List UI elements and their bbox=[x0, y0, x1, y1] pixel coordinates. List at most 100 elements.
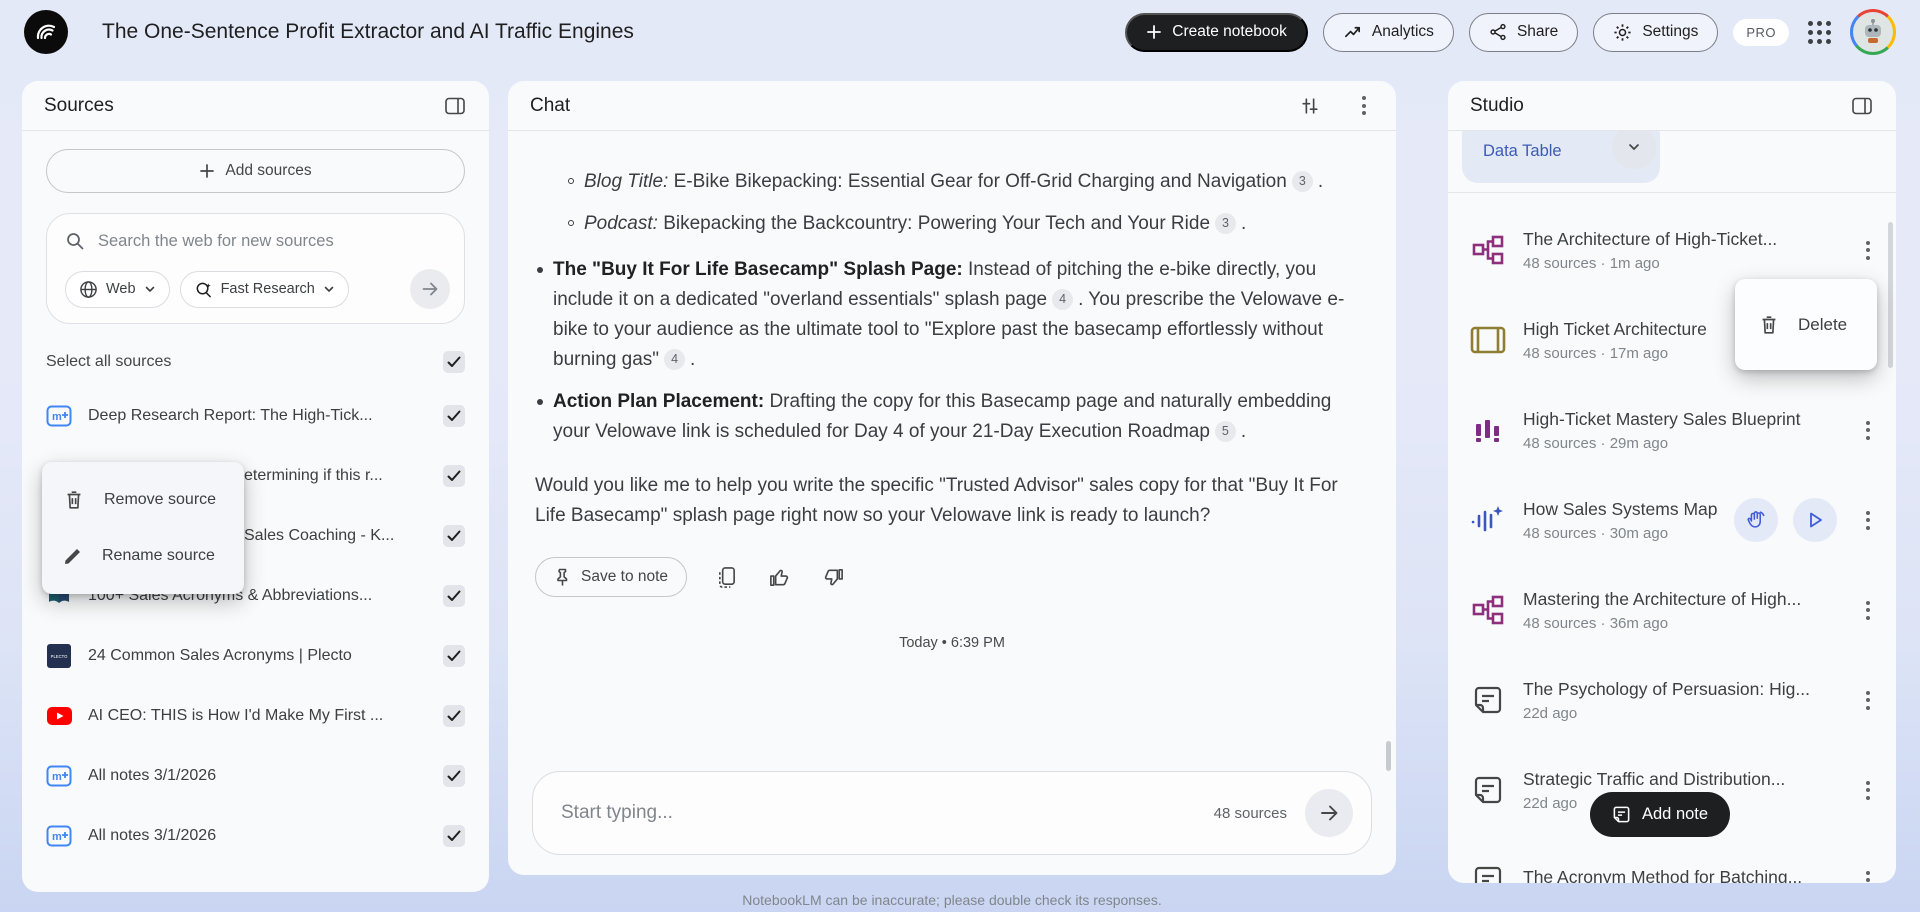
svg-text:m: m bbox=[52, 831, 62, 843]
studio-item[interactable]: High-Ticket Mastery Sales Blueprint48 so… bbox=[1448, 385, 1896, 475]
source-row[interactable]: m All notes 3/1/2026 bbox=[22, 806, 489, 866]
save-to-note-button[interactable]: Save to note bbox=[535, 557, 687, 597]
chat-input-box: 48 sources bbox=[532, 771, 1372, 855]
source-context-menu: Remove source Rename source bbox=[42, 462, 244, 594]
search-submit-button[interactable] bbox=[410, 269, 450, 309]
create-notebook-button[interactable]: Create notebook bbox=[1125, 13, 1308, 52]
source-checkbox[interactable] bbox=[443, 405, 465, 427]
analytics-button[interactable]: Analytics bbox=[1323, 13, 1454, 52]
research-mode-chip[interactable]: Fast Research bbox=[180, 271, 349, 308]
chevron-down-icon bbox=[323, 283, 335, 295]
notebooklm-app: The One-Sentence Profit Extractor and AI… bbox=[0, 0, 1920, 912]
studio-header: Studio bbox=[1448, 81, 1896, 131]
google-apps-icon[interactable] bbox=[1804, 17, 1835, 48]
send-button[interactable] bbox=[1305, 789, 1353, 837]
citation-chip[interactable]: 3 bbox=[1292, 171, 1313, 192]
flowchart-icon bbox=[1468, 590, 1508, 630]
sources-panel: Sources Add sources Web bbox=[22, 81, 489, 892]
thumbs-up-icon[interactable] bbox=[766, 564, 793, 591]
studio-scrollbar[interactable] bbox=[1888, 222, 1893, 368]
select-all-checkbox[interactable] bbox=[443, 351, 465, 373]
source-checkbox[interactable] bbox=[443, 585, 465, 607]
notebook-title[interactable]: The One-Sentence Profit Extractor and AI… bbox=[102, 20, 634, 44]
chevron-down-icon bbox=[144, 283, 156, 295]
item-more-menu-icon[interactable] bbox=[1858, 593, 1878, 628]
citation-chip[interactable]: 5 bbox=[1215, 421, 1236, 442]
citation-chip[interactable]: 4 bbox=[664, 349, 685, 370]
item-more-menu-icon[interactable] bbox=[1858, 503, 1878, 538]
search-icon bbox=[65, 231, 85, 251]
studio-panel: Studio Data Table The Architecture of Hi… bbox=[1448, 81, 1896, 883]
audio-waveform-icon bbox=[1468, 500, 1508, 540]
chevron-down-icon bbox=[1627, 140, 1641, 154]
item-more-menu-icon[interactable] bbox=[1858, 773, 1878, 808]
chat-panel-title: Chat bbox=[530, 95, 570, 117]
source-checkbox[interactable] bbox=[443, 765, 465, 787]
select-all-label: Select all sources bbox=[46, 353, 171, 371]
delete-menu-item[interactable]: Delete bbox=[1735, 279, 1877, 370]
sources-header: Sources bbox=[22, 81, 489, 131]
thumbs-down-icon[interactable] bbox=[820, 564, 847, 591]
source-row[interactable]: PLECTO 24 Common Sales Acronyms | Plecto bbox=[22, 626, 489, 686]
interactive-mode-icon[interactable] bbox=[1734, 498, 1778, 542]
pin-icon bbox=[554, 568, 571, 587]
sources-count-label: 48 sources bbox=[1214, 805, 1287, 822]
add-sources-button[interactable]: Add sources bbox=[46, 149, 465, 193]
studio-item[interactable]: The Acronym Method for Batching... bbox=[1448, 835, 1896, 883]
copy-icon[interactable] bbox=[714, 564, 739, 591]
source-row[interactable]: m All notes 3/1/2026 bbox=[22, 746, 489, 806]
studio-item[interactable]: The Psychology of Persuasion: Hig...22d … bbox=[1448, 655, 1896, 745]
rename-source-menu-item[interactable]: Rename source bbox=[42, 528, 244, 584]
avatar[interactable] bbox=[1850, 9, 1896, 55]
source-row[interactable]: AI CEO: THIS is How I'd Make My First ..… bbox=[22, 686, 489, 746]
source-checkbox[interactable] bbox=[443, 525, 465, 547]
sources-panel-title: Sources bbox=[44, 95, 114, 117]
fast-research-icon bbox=[194, 280, 213, 299]
arrow-right-icon bbox=[1318, 802, 1340, 824]
source-row[interactable]: m Deep Research Report: The High-Tick... bbox=[22, 386, 489, 446]
svg-text:m: m bbox=[52, 411, 62, 423]
remove-source-menu-item[interactable]: Remove source bbox=[42, 472, 244, 528]
svg-text:m: m bbox=[52, 771, 62, 783]
citation-chip[interactable]: 3 bbox=[1215, 213, 1236, 234]
chat-more-menu-icon[interactable] bbox=[1354, 88, 1374, 123]
source-checkbox[interactable] bbox=[443, 825, 465, 847]
note-source-icon: m bbox=[46, 403, 72, 429]
source-checkbox[interactable] bbox=[443, 705, 465, 727]
share-icon bbox=[1489, 23, 1507, 41]
expand-studio-panel-icon[interactable] bbox=[1850, 95, 1874, 117]
share-button[interactable]: Share bbox=[1469, 13, 1578, 52]
citation-chip[interactable]: 4 bbox=[1052, 289, 1073, 310]
bar-chart-icon bbox=[1468, 410, 1508, 450]
chat-settings-icon[interactable] bbox=[1298, 94, 1322, 118]
note-source-icon: m bbox=[46, 763, 72, 789]
plus-icon bbox=[1146, 24, 1162, 40]
search-input[interactable] bbox=[98, 232, 450, 251]
bullet-marker bbox=[537, 267, 543, 273]
item-more-menu-icon[interactable] bbox=[1858, 233, 1878, 268]
note-icon bbox=[1468, 770, 1508, 810]
flowchart-icon bbox=[1468, 230, 1508, 270]
add-note-button[interactable]: Add note bbox=[1590, 792, 1730, 837]
play-icon[interactable] bbox=[1793, 498, 1837, 542]
settings-button[interactable]: Settings bbox=[1593, 13, 1718, 52]
source-checkbox[interactable] bbox=[443, 645, 465, 667]
message-actions: Save to note bbox=[535, 557, 1396, 597]
source-checkbox[interactable] bbox=[443, 465, 465, 487]
chat-text-input[interactable] bbox=[561, 802, 1214, 824]
item-more-menu-icon[interactable] bbox=[1858, 683, 1878, 718]
note-icon bbox=[1468, 680, 1508, 720]
notebooklm-logo-icon[interactable] bbox=[24, 10, 68, 54]
item-more-menu-icon[interactable] bbox=[1858, 413, 1878, 448]
select-all-row: Select all sources bbox=[46, 348, 465, 376]
web-filter-chip[interactable]: Web bbox=[65, 271, 170, 308]
item-more-menu-icon[interactable] bbox=[1858, 863, 1878, 884]
studio-item[interactable]: Mastering the Architecture of High...48 … bbox=[1448, 565, 1896, 655]
collapse-sources-panel-icon[interactable] bbox=[443, 95, 467, 117]
chat-scrollbar[interactable] bbox=[1386, 741, 1391, 771]
closing-question: Would you like me to help you write the … bbox=[535, 471, 1352, 531]
avatar-robot-image bbox=[1853, 12, 1893, 52]
chat-timestamp: Today • 6:39 PM bbox=[508, 635, 1396, 651]
youtube-source-icon bbox=[46, 703, 72, 729]
studio-item[interactable]: How Sales Systems Map...48 sources · 30m… bbox=[1448, 475, 1896, 565]
